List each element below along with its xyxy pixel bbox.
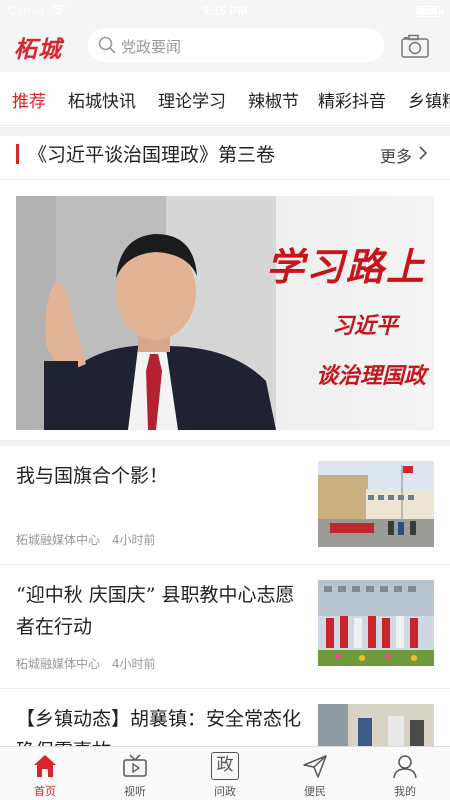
tab-pepper-festival[interactable]: 辣椒节 (248, 87, 299, 112)
nav-services[interactable]: 便民 (270, 747, 360, 800)
news-list-item[interactable]: 我与国旗合个影！ 柘城融媒体中心 4小时前 (0, 446, 450, 565)
news-time: 4小时前 (111, 657, 156, 671)
news-meta: 柘城融媒体中心 4小时前 (16, 531, 155, 548)
tab-townships[interactable]: 乡镇精 (408, 87, 450, 112)
search-input[interactable]: 党政要闻 (88, 28, 384, 62)
tab-theory-study[interactable]: 理论学习 (158, 87, 226, 112)
tab-recommend[interactable]: 推荐 (12, 87, 46, 112)
bottom-tab-bar: 首页 视听 政 问政 便民 我的 (0, 746, 450, 800)
more-link[interactable]: 更多 (380, 143, 412, 167)
section-header: 《习近平谈治国理政》第三卷 更多 (0, 136, 450, 180)
user-icon (391, 752, 419, 780)
top-header: Carrier 9:15 PM 柘城 党政要闻 (0, 0, 450, 72)
portrait-image (16, 196, 276, 430)
news-thumbnail (318, 704, 434, 746)
divider (0, 127, 450, 136)
battery-icon (416, 6, 443, 17)
nav-wenzheng[interactable]: 政 问政 (180, 747, 270, 800)
nav-label: 首页 (34, 785, 56, 798)
search-placeholder: 党政要闻 (121, 38, 182, 56)
tab-zhecheng-news[interactable]: 柘城快讯 (68, 87, 136, 112)
section-title: 《习近平谈治国理政》第三卷 (28, 144, 276, 166)
status-bar: Carrier 9:15 PM (0, 0, 450, 22)
news-thumbnail (318, 461, 434, 547)
news-headline: 【乡镇动态】胡襄镇：安全常态化 确保零事故 (16, 708, 302, 746)
clock: 9:15 PM (202, 4, 248, 18)
camera-icon[interactable] (400, 33, 430, 59)
nav-profile[interactable]: 我的 (360, 747, 450, 800)
category-tabs: 推荐 柘城快讯 理论学习 辣椒节 精彩抖音 乡镇精 (0, 72, 450, 126)
nav-home[interactable]: 首页 (0, 747, 90, 800)
nav-label: 视听 (124, 785, 146, 798)
nav-label: 问政 (214, 785, 236, 798)
search-icon (98, 36, 116, 58)
send-icon (301, 752, 329, 780)
news-thumbnail (318, 580, 434, 666)
news-meta: 柘城融媒体中心 4小时前 (16, 655, 155, 672)
nav-media[interactable]: 视听 (90, 747, 180, 800)
section-accent-bar (16, 144, 19, 164)
news-list-item[interactable]: “迎中秋 庆国庆” 县职教中心志愿者在行动 柘城融媒体中心 4小时前 (0, 565, 450, 689)
news-headline: 我与国旗合个影！ (16, 465, 169, 487)
banner-headline: 学习路上 (265, 244, 426, 289)
tv-icon (121, 752, 149, 780)
feature-banner[interactable]: 学习路上 习近平 谈治理国政 (16, 196, 434, 430)
news-headline: “迎中秋 庆国庆” 县职教中心志愿者在行动 (16, 584, 295, 638)
wenzheng-icon: 政 (211, 752, 239, 780)
nav-label: 我的 (394, 785, 416, 798)
banner-subline-2: 谈治理国政 (315, 363, 426, 389)
home-icon (31, 752, 59, 780)
news-source: 柘城融媒体中心 (16, 657, 101, 671)
news-time: 4小时前 (111, 533, 156, 547)
news-source: 柘城融媒体中心 (16, 533, 101, 547)
tab-douyin[interactable]: 精彩抖音 (318, 87, 386, 112)
news-list-item[interactable]: 【乡镇动态】胡襄镇：安全常态化 确保零事故 (0, 689, 450, 746)
nav-label: 便民 (304, 785, 326, 798)
app-logo: 柘城 (14, 36, 62, 63)
banner-subline-1: 习近平 (331, 313, 398, 339)
chevron-right-icon[interactable] (418, 145, 428, 165)
